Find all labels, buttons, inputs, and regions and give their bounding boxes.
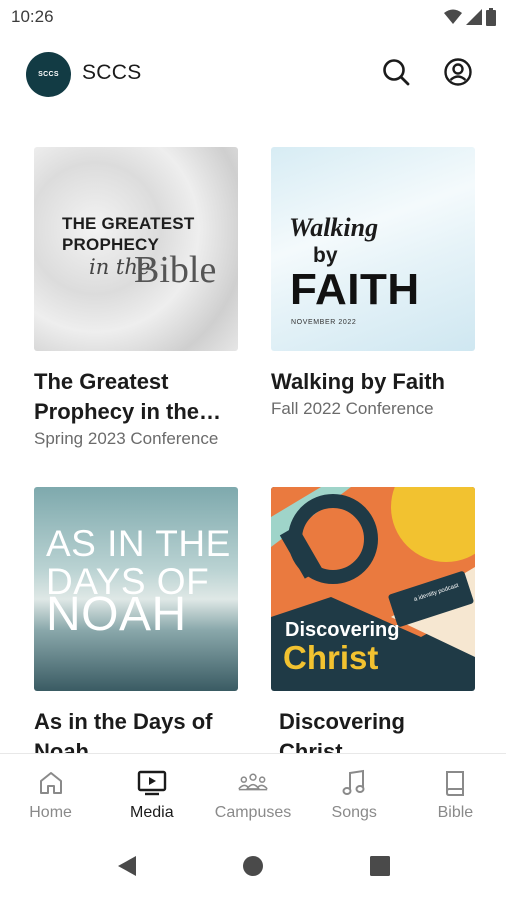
media-title: The Greatest Prophecy in the Bible bbox=[34, 369, 200, 424]
nav-label: Songs bbox=[331, 804, 377, 821]
campuses-icon bbox=[238, 768, 268, 798]
logo[interactable]: SCCS bbox=[26, 52, 71, 97]
media-title: Discovering Christ bbox=[279, 709, 405, 753]
app-header: SCCS SCCS bbox=[0, 40, 506, 108]
nav-item-bible[interactable]: Bible bbox=[405, 754, 506, 833]
music-note-icon bbox=[339, 768, 369, 798]
home-system-button[interactable] bbox=[240, 853, 266, 879]
search-icon bbox=[383, 59, 410, 86]
nav-label: Home bbox=[29, 804, 72, 821]
art-text: Walking bbox=[289, 213, 379, 242]
home-icon bbox=[36, 768, 66, 798]
media-thumbnail: Walking by FAITH NOVEMBER 2022 bbox=[271, 147, 475, 351]
back-icon bbox=[118, 856, 136, 876]
battery-icon bbox=[486, 8, 496, 26]
nav-label: Bible bbox=[437, 804, 474, 821]
account-button[interactable] bbox=[442, 56, 474, 88]
media-subtitle: Spring 2023 Conference bbox=[34, 429, 219, 448]
art-text: Bible bbox=[134, 249, 217, 291]
media-icon bbox=[137, 768, 167, 798]
bottom-nav: Home Media Campuses Songs Bible bbox=[0, 753, 506, 833]
art-text: Christ bbox=[283, 639, 379, 676]
nav-item-home[interactable]: Home bbox=[0, 754, 101, 833]
app-title: SCCS bbox=[82, 61, 142, 84]
nav-label: Media bbox=[130, 804, 174, 821]
media-thumbnail: THE GREATEST PROPHECY in the Bible bbox=[34, 147, 238, 351]
account-icon bbox=[444, 58, 472, 86]
media-grid: THE GREATEST PROPHECY in the Bible The G… bbox=[0, 108, 506, 753]
nav-item-songs[interactable]: Songs bbox=[304, 754, 405, 833]
media-thumbnail: Discovering Christ a identity podcast bbox=[271, 487, 475, 691]
status-bar: 10:26 bbox=[0, 0, 506, 36]
media-thumbnail: AS IN THE DAYS OF NOAH bbox=[34, 487, 238, 691]
media-card[interactable]: Walking by FAITH NOVEMBER 2022 Walking b… bbox=[271, 147, 475, 419]
status-icons bbox=[444, 8, 496, 26]
nav-item-campuses[interactable]: Campuses bbox=[202, 754, 303, 833]
status-time: 10:26 bbox=[11, 7, 54, 26]
media-card[interactable]: THE GREATEST PROPHECY in the Bible The G… bbox=[34, 147, 238, 449]
media-card[interactable]: AS IN THE DAYS OF NOAH As in the Days of… bbox=[34, 487, 238, 753]
back-button[interactable] bbox=[114, 853, 140, 879]
logo-text: SCCS bbox=[38, 71, 59, 78]
art-text: NOVEMBER 2022 bbox=[291, 319, 357, 326]
wifi-icon bbox=[444, 9, 462, 24]
nav-label: Campuses bbox=[214, 804, 292, 821]
home-circle-icon bbox=[243, 856, 263, 876]
system-nav-bar bbox=[0, 833, 506, 900]
recents-button[interactable] bbox=[367, 853, 393, 879]
media-title: As in the Days of Noah bbox=[34, 709, 213, 753]
media-title: Walking by Faith bbox=[271, 369, 445, 394]
book-icon bbox=[440, 768, 470, 798]
media-subtitle: Fall 2022 Conference bbox=[271, 399, 434, 418]
art-text: FAITH bbox=[290, 265, 420, 314]
recents-icon bbox=[370, 856, 390, 876]
art-text: NOAH bbox=[46, 588, 187, 641]
cell-signal-icon bbox=[466, 9, 482, 25]
nav-item-media[interactable]: Media bbox=[101, 754, 202, 833]
search-button[interactable] bbox=[380, 56, 412, 88]
media-card[interactable]: Discovering Christ a identity podcast Di… bbox=[271, 487, 475, 753]
